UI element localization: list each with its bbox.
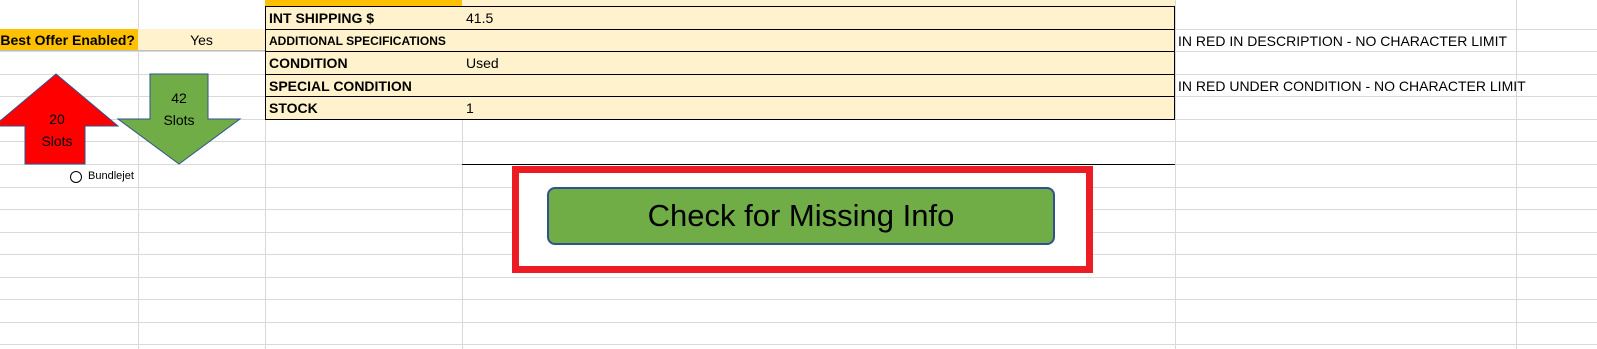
- gridline: [0, 344, 1597, 345]
- down-arrow-count: 42: [171, 90, 187, 106]
- separator-line: [462, 164, 1175, 165]
- best-offer-label-cell[interactable]: Best Offer Enabled?: [0, 29, 138, 51]
- label-cell-int-shipping[interactable]: INT SHIPPING $: [265, 6, 463, 30]
- gridline: [0, 322, 1597, 323]
- up-arrow-label: 20 Slots: [36, 108, 78, 152]
- note-text: IN RED UNDER CONDITION - NO CHARACTER LI…: [1178, 77, 1526, 94]
- up-arrow-count: 20: [49, 111, 65, 127]
- label-cell-stock[interactable]: STOCK: [265, 96, 463, 120]
- value-text: Used: [466, 55, 499, 71]
- value-text: 1: [466, 100, 474, 116]
- value-cell-int-shipping[interactable]: 41.5: [462, 6, 1175, 30]
- gridline: [1175, 0, 1176, 349]
- down-arrow-label: 42 Slots: [158, 87, 200, 131]
- label-text: CONDITION: [269, 55, 348, 71]
- label-text: INT SHIPPING $: [269, 10, 375, 26]
- value-cell-condition[interactable]: Used: [462, 51, 1175, 75]
- label-text: STOCK: [269, 100, 318, 116]
- gridline: [1516, 0, 1517, 349]
- value-text: 41.5: [466, 10, 494, 26]
- note-cell-special-condition[interactable]: IN RED UNDER CONDITION - NO CHARACTER LI…: [1175, 74, 1597, 97]
- radio-button[interactable]: [70, 171, 82, 183]
- label-cell-additional-specifications[interactable]: ADDITIONAL SPECIFICATIONS: [265, 29, 463, 52]
- note-cell-additional-specifications[interactable]: IN RED IN DESCRIPTION - NO CHARACTER LIM…: [1175, 29, 1597, 52]
- note-text: IN RED IN DESCRIPTION - NO CHARACTER LIM…: [1178, 32, 1508, 49]
- value-cell-stock[interactable]: 1: [462, 96, 1175, 120]
- label-cell-special-condition[interactable]: SPECIAL CONDITION: [265, 74, 463, 97]
- up-arrow-unit: Slots: [41, 133, 73, 149]
- gridline: [0, 299, 1597, 300]
- best-offer-value-cell[interactable]: Yes: [138, 29, 265, 51]
- down-arrow-unit: Slots: [163, 112, 195, 128]
- radio-label: Bundlejet: [88, 170, 134, 182]
- gridline: [0, 277, 1597, 278]
- check-missing-info-label: Check for Missing Info: [647, 198, 955, 233]
- gridline: [138, 0, 139, 349]
- label-cell-condition[interactable]: CONDITION: [265, 51, 463, 75]
- value-cell-additional-specifications[interactable]: [462, 29, 1175, 52]
- label-text: ADDITIONAL SPECIFICATIONS: [269, 33, 446, 48]
- label-text: SPECIAL CONDITION: [269, 77, 412, 94]
- value-cell-special-condition[interactable]: [462, 74, 1175, 97]
- best-offer-value: Yes: [190, 31, 213, 48]
- best-offer-label: Best Offer Enabled?: [0, 31, 135, 48]
- check-missing-info-button[interactable]: Check for Missing Info: [547, 187, 1055, 245]
